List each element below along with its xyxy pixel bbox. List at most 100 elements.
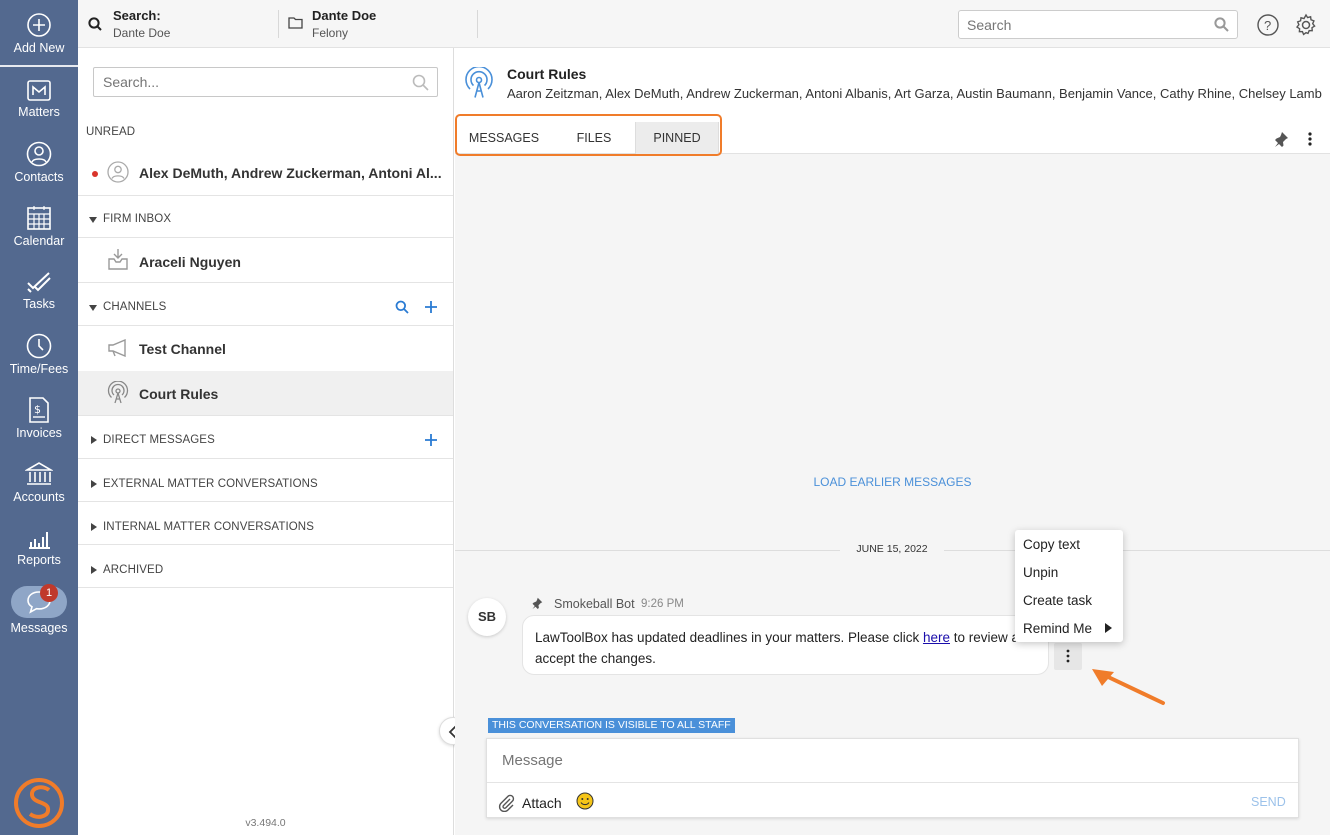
menu-item-unpin[interactable]: Unpin (1023, 565, 1058, 580)
top-bar: Search: Dante Doe Dante Doe Felony ? (78, 0, 1330, 48)
annotation-arrow-icon (1092, 669, 1165, 705)
pin-icon[interactable] (1273, 131, 1289, 147)
nav-label: Tasks (23, 297, 55, 311)
contacts-icon (26, 141, 52, 167)
nav-label: Time/Fees (9, 362, 69, 376)
message-input[interactable] (487, 739, 1298, 782)
search-icon (88, 17, 102, 31)
firm-inbox-item-label: Araceli Nguyen (139, 254, 241, 270)
user-avatar-icon (107, 161, 129, 183)
sidebar-search-input[interactable] (94, 68, 404, 96)
nav-item-calendar[interactable]: Calendar (0, 205, 78, 248)
channels-section-label: CHANNELS (103, 301, 167, 313)
folder-icon (288, 17, 303, 29)
visibility-badge: THIS CONVERSATION IS VISIBLE TO ALL STAF… (488, 718, 735, 733)
add-channel-icon[interactable] (424, 300, 438, 314)
nav-label: Matters (18, 105, 60, 119)
search-context-value: Dante Doe (113, 26, 171, 40)
nav-item-time-fees[interactable]: Time/Fees (0, 333, 78, 376)
load-earlier-messages-link[interactable]: LOAD EARLIER MESSAGES (455, 475, 1330, 489)
search-icon[interactable] (1214, 17, 1229, 32)
pin-icon (532, 597, 543, 609)
message-composer: Attach SEND (486, 738, 1299, 818)
channel-item-label: Court Rules (139, 386, 219, 402)
row-divider (78, 587, 453, 588)
emoji-icon[interactable] (576, 792, 594, 810)
help-icon[interactable]: ? (1257, 14, 1279, 36)
nav-item-contacts[interactable]: Contacts (0, 141, 78, 184)
gear-icon[interactable] (1294, 13, 1318, 37)
avatar: SB (468, 598, 506, 636)
add-new-label: Add New (13, 41, 65, 55)
caret-right-icon (91, 480, 97, 488)
firm-inbox-section-toggle[interactable]: FIRM INBOX (78, 208, 453, 232)
attach-label: Attach (522, 795, 562, 811)
matter-context-title: Dante Doe (312, 8, 377, 23)
message-review-link[interactable]: here (923, 630, 950, 645)
add-new-button[interactable]: Add New (0, 12, 78, 55)
direct-messages-section-label: DIRECT MESSAGES (103, 434, 215, 446)
message-bubble[interactable]: LawToolBox has updated deadlines in your… (522, 615, 1049, 675)
search-context[interactable]: Search: Dante Doe (78, 0, 278, 47)
search-icon[interactable] (412, 74, 429, 91)
menu-item-copy-text[interactable]: Copy text (1023, 537, 1080, 552)
channel-item-test-channel[interactable]: Test Channel (78, 326, 453, 370)
app-version: v3.494.0 (245, 817, 286, 829)
left-nav: Add New Matters Contacts Calendar Tasks … (0, 0, 78, 835)
matter-context-value: Felony (312, 26, 349, 40)
message-sender: Smokeball Bot (554, 597, 635, 611)
search-channels-icon[interactable] (395, 300, 409, 314)
plus-circle-icon (27, 13, 51, 37)
conversation-members[interactable]: Aaron Zeitzman, Alex DeMuth, Andrew Zuck… (507, 86, 1322, 101)
unread-conversation-item[interactable]: Alex DeMuth, Andrew Zuckerman, Antoni Al… (78, 152, 453, 196)
paperclip-icon (498, 794, 515, 812)
add-direct-message-icon[interactable] (424, 433, 438, 447)
unread-dot (92, 171, 98, 177)
conversation-sidebar: UNREAD Alex DeMuth, Andrew Zuckerman, An… (78, 48, 454, 835)
external-matter-section-toggle[interactable]: EXTERNAL MATTER CONVERSATIONS (78, 472, 453, 496)
nav-label: Reports (17, 553, 61, 567)
smokeball-logo (14, 778, 64, 828)
nav-label: Contacts (14, 170, 64, 184)
nav-item-tasks[interactable]: Tasks (0, 270, 78, 311)
clock-icon (26, 333, 52, 359)
nav-item-invoices[interactable]: $ Invoices (0, 397, 78, 440)
channel-item-court-rules[interactable]: Court Rules (78, 371, 453, 415)
nav-item-matters[interactable]: Matters (0, 78, 78, 119)
more-vertical-icon (1066, 649, 1070, 663)
caret-right-icon (91, 566, 97, 574)
row-divider (78, 195, 453, 196)
caret-right-icon (91, 436, 97, 444)
bank-icon (25, 462, 53, 485)
nav-item-accounts[interactable]: Accounts (0, 461, 78, 504)
caret-down-icon (89, 217, 97, 223)
internal-matter-section-label: INTERNAL MATTER CONVERSATIONS (103, 521, 314, 533)
message-options-button[interactable] (1054, 643, 1082, 670)
megaphone-icon (108, 339, 126, 357)
firm-inbox-item[interactable]: Araceli Nguyen (78, 238, 453, 282)
conversation-tabs: MESSAGES FILES PINNED (455, 114, 1330, 156)
caret-down-icon (89, 305, 97, 311)
global-search-field[interactable] (958, 10, 1238, 39)
firm-inbox-section-label: FIRM INBOX (103, 213, 172, 225)
composer-divider (487, 782, 1298, 783)
direct-messages-section-toggle[interactable]: DIRECT MESSAGES (78, 428, 453, 452)
archived-section-toggle[interactable]: ARCHIVED (78, 558, 453, 582)
row-divider (78, 501, 453, 502)
menu-item-remind-me[interactable]: Remind Me (1023, 621, 1092, 636)
messages-badge: 1 (40, 584, 58, 602)
sidebar-search-field[interactable] (93, 67, 438, 97)
nav-item-reports[interactable]: Reports (0, 528, 78, 567)
internal-matter-section-toggle[interactable]: INTERNAL MATTER CONVERSATIONS (78, 515, 453, 539)
nav-item-messages[interactable]: Messages (0, 589, 78, 635)
send-button[interactable]: SEND (1251, 795, 1286, 809)
nav-label: Invoices (16, 426, 62, 440)
global-search-input[interactable] (959, 11, 1209, 38)
menu-item-create-task[interactable]: Create task (1023, 593, 1092, 608)
message-text-before: LawToolBox has updated deadlines in your… (535, 630, 923, 645)
caret-right-icon (91, 523, 97, 531)
more-vertical-icon[interactable] (1307, 131, 1313, 147)
invoice-icon: $ (29, 397, 49, 423)
matter-context[interactable]: Dante Doe Felony (279, 0, 477, 47)
unread-section-label: UNREAD (86, 126, 136, 138)
